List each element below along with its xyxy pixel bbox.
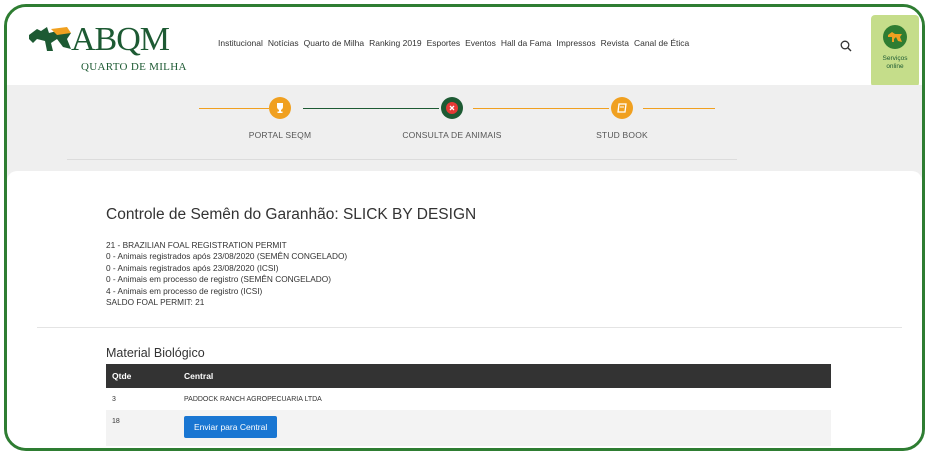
steps-divider: [67, 159, 737, 160]
abqm-logo[interactable]: ABQM QUARTO DE MILHA: [27, 21, 186, 83]
step-label-stud-book[interactable]: STUD BOOK: [596, 130, 648, 140]
info-line: SALDO FOAL PERMIT: 21: [106, 297, 205, 308]
horse-logo-icon: [29, 27, 71, 51]
logo-text: ABQM: [71, 21, 170, 58]
material-table: Qtde Central 3 PADDOCK RANCH AGROPECUARI…: [106, 364, 831, 446]
info-line: 4 - Animais em processo de registro (ICS…: [106, 285, 263, 296]
column-header-central: Central: [184, 371, 214, 381]
services-online-button[interactable]: Serviços online: [871, 15, 919, 87]
step-connector: [643, 108, 715, 109]
step-label-portal-seqm[interactable]: PORTAL SEQM: [249, 130, 312, 140]
main-nav: Institucional Notícias Quarto de Milha R…: [218, 38, 689, 48]
send-to-central-button[interactable]: Enviar para Central: [184, 416, 278, 438]
nav-item-canal-de-etica[interactable]: Canal de Ética: [634, 38, 689, 48]
info-line: 0 - Animais registrados após 23/08/2020 …: [106, 251, 348, 262]
close-icon: [446, 102, 458, 114]
step-label-consulta-de-animais[interactable]: CONSULTA DE ANIMAIS: [402, 130, 501, 140]
browser-frame: ABQM QUARTO DE MILHA Institucional Notíc…: [4, 4, 925, 451]
table-row: 18 Enviar para Central: [106, 410, 831, 446]
cell-central: PADDOCK RANCH AGROPECUARIA LTDA: [184, 395, 322, 403]
nav-item-impressos[interactable]: Impressos: [556, 38, 595, 48]
page-title: Controle de Semên do Garanhão: SLICK BY …: [106, 206, 477, 223]
search-icon[interactable]: [839, 39, 853, 53]
nav-item-revista[interactable]: Revista: [601, 38, 629, 48]
step-consulta-de-animais[interactable]: [441, 97, 463, 119]
cell-qtde: 18: [112, 418, 120, 425]
nav-item-quarto-de-milha[interactable]: Quarto de Milha: [304, 38, 364, 48]
nav-item-ranking[interactable]: Ranking 2019: [369, 38, 421, 48]
section-title: Material Biológico: [106, 346, 205, 360]
nav-item-institucional[interactable]: Institucional: [218, 38, 263, 48]
main-content: Controle de Semên do Garanhão: SLICK BY …: [7, 171, 922, 448]
nav-item-hall-da-fama[interactable]: Hall da Fama: [501, 38, 552, 48]
trophy-icon: [277, 103, 283, 113]
steps-bar: PORTAL SEQM CONSULTA DE ANIMAIS STUD BOO…: [7, 85, 922, 170]
cell-central: Enviar para Central: [184, 410, 831, 438]
step-connector: [473, 108, 609, 109]
step-stud-book[interactable]: [611, 97, 633, 119]
book-icon: [617, 103, 627, 113]
nav-item-esportes[interactable]: Esportes: [427, 38, 461, 48]
nav-item-eventos[interactable]: Eventos: [465, 38, 496, 48]
site-header: ABQM QUARTO DE MILHA Institucional Notíc…: [7, 7, 922, 87]
table-row: 3 PADDOCK RANCH AGROPECUARIA LTDA: [106, 388, 831, 410]
cell-qtde: 3: [112, 395, 116, 403]
info-line: 0 - Animais em processo de registro (SEM…: [106, 274, 332, 285]
column-header-qtde: Qtde: [112, 371, 132, 381]
permit-info: 21 - BRAZILIAN FOAL REGISTRATION PERMIT …: [106, 240, 347, 308]
horse-icon: [883, 25, 907, 49]
info-line: 21 - BRAZILIAN FOAL REGISTRATION PERMIT: [106, 240, 287, 250]
step-connector: [199, 108, 269, 109]
table-header: Qtde Central: [106, 364, 831, 388]
logo-subtitle: QUARTO DE MILHA: [81, 61, 187, 73]
step-portal-seqm[interactable]: [269, 97, 291, 119]
step-connector: [303, 108, 439, 109]
services-label: Serviços online: [882, 55, 908, 70]
divider: [37, 327, 902, 328]
nav-item-noticias[interactable]: Notícias: [268, 38, 299, 48]
info-line: 0 - Animais registrados após 23/08/2020 …: [106, 262, 279, 273]
